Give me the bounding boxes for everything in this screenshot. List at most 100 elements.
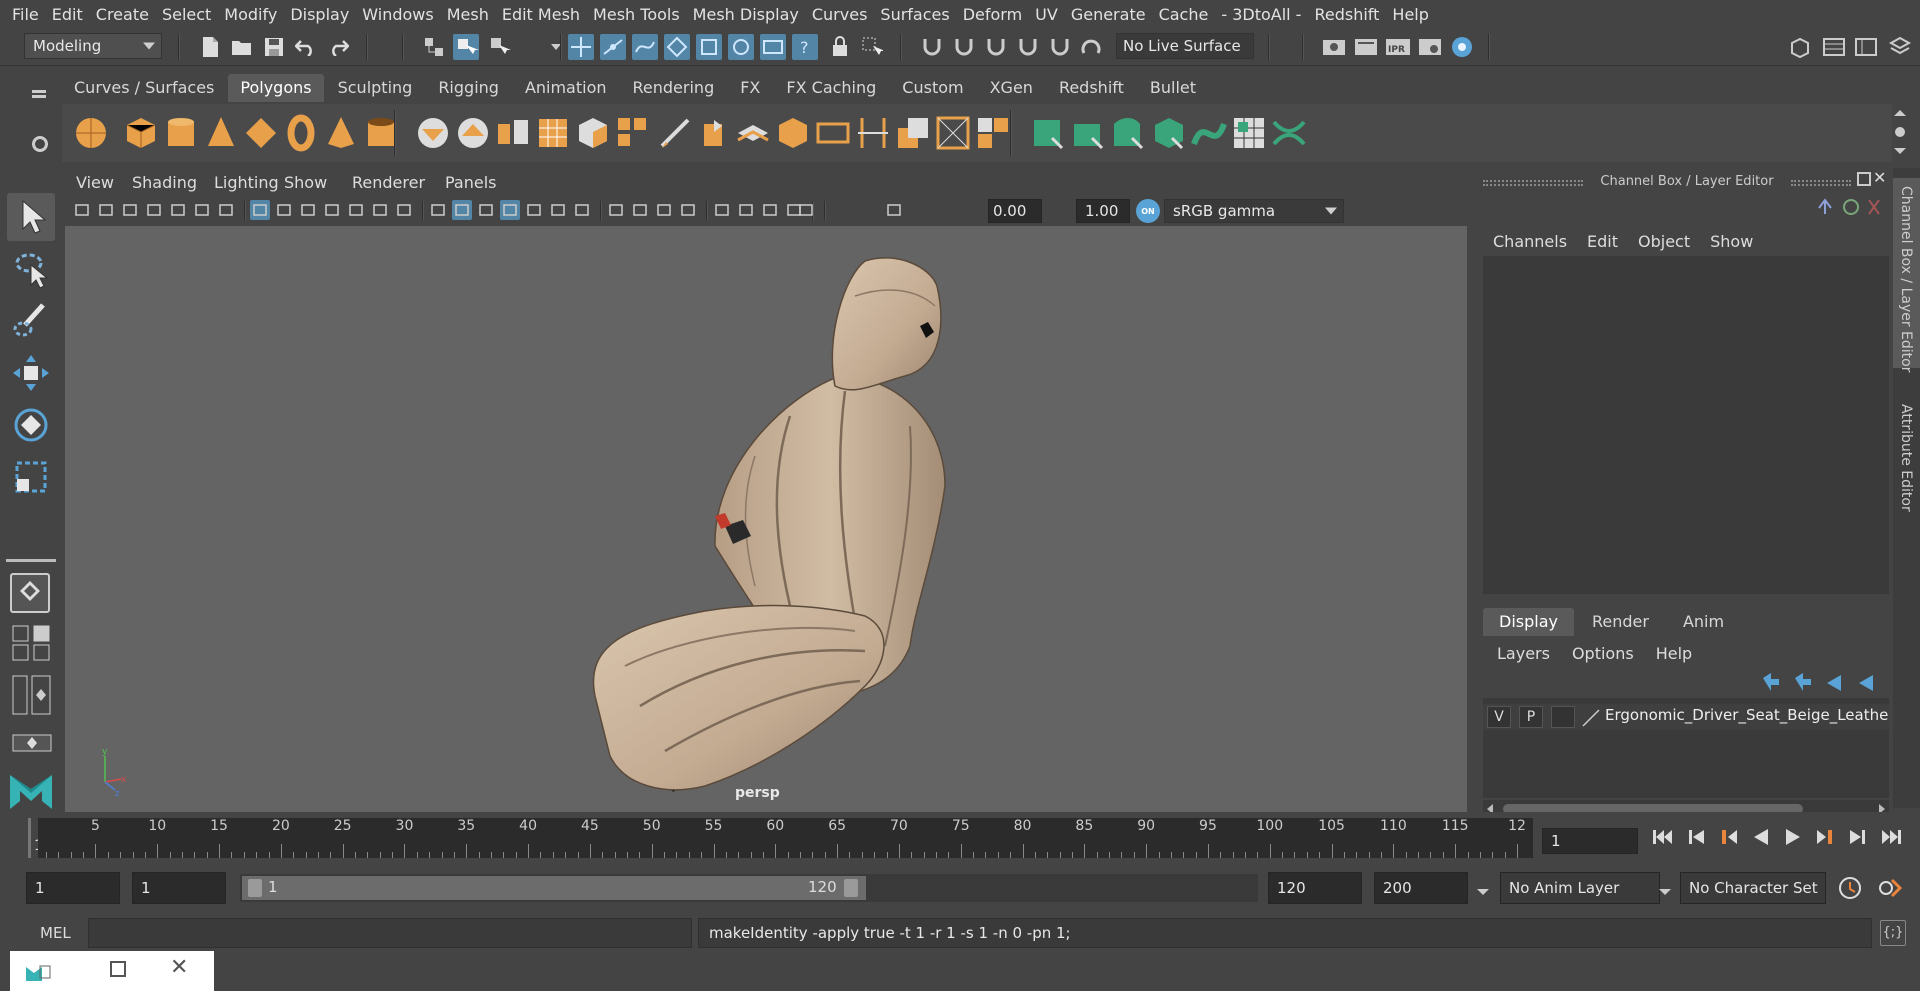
- camera-select-icon[interactable]: [72, 200, 92, 220]
- shelf-tab-curves-surfaces[interactable]: Curves / Surfaces: [62, 74, 227, 102]
- extract-icon[interactable]: [494, 114, 532, 152]
- separate-icon[interactable]: [454, 114, 492, 152]
- shelf-tab-rendering[interactable]: Rendering: [620, 74, 727, 102]
- character-set-dropdown-icon[interactable]: [1658, 882, 1672, 895]
- planar-uv-icon[interactable]: [1030, 114, 1068, 152]
- step-forward-icon[interactable]: [1846, 826, 1868, 848]
- xray-icon[interactable]: [736, 200, 756, 220]
- move-tool-icon[interactable]: [7, 349, 55, 397]
- close-window-icon[interactable]: ✕: [170, 955, 192, 981]
- bevel-icon[interactable]: [774, 114, 812, 152]
- bridge-icon[interactable]: [814, 114, 852, 152]
- shadows-icon[interactable]: [572, 200, 592, 220]
- view-transform-dropdown[interactable]: sRGB gamma: [1164, 199, 1344, 223]
- car-seat-model[interactable]: [65, 226, 1467, 812]
- menu-select[interactable]: Select: [162, 5, 211, 24]
- viewport-menu-view[interactable]: View: [76, 173, 114, 192]
- menu-file[interactable]: File: [12, 5, 39, 24]
- xray-joints-icon[interactable]: [760, 200, 780, 220]
- unfold-icon[interactable]: [1190, 114, 1228, 152]
- menu-display[interactable]: Display: [290, 5, 349, 24]
- script-language-label[interactable]: MEL: [40, 924, 71, 942]
- close-panel-icon[interactable]: ✕: [1873, 170, 1889, 186]
- menu-uv[interactable]: UV: [1035, 5, 1058, 24]
- menu-curves[interactable]: Curves: [812, 5, 868, 24]
- layer-menu-help[interactable]: Help: [1642, 644, 1700, 663]
- four-view-layout-icon[interactable]: [12, 625, 52, 661]
- textured-icon[interactable]: [524, 200, 544, 220]
- animation-start-field[interactable]: 1: [26, 872, 120, 904]
- menu-mesh-tools[interactable]: Mesh Tools: [593, 5, 680, 24]
- layer-type-toggle[interactable]: [1551, 706, 1575, 728]
- edge-loop-icon[interactable]: [854, 114, 892, 152]
- fill-hole-icon[interactable]: [974, 114, 1012, 152]
- image-plane-icon[interactable]: [144, 200, 164, 220]
- render-frame-button[interactable]: [760, 34, 786, 60]
- menu-3dtoall[interactable]: - 3DtoAll -: [1221, 5, 1301, 24]
- step-forward-key-icon[interactable]: [1814, 826, 1836, 848]
- menu-edit[interactable]: Edit: [52, 5, 83, 24]
- target-weld-icon[interactable]: [694, 114, 732, 152]
- select-object-mode-button[interactable]: [453, 34, 479, 60]
- append-polygon-icon[interactable]: [934, 114, 972, 152]
- channel-box-list[interactable]: [1483, 256, 1889, 594]
- channel-box-menu-channels[interactable]: Channels: [1483, 232, 1577, 251]
- film-gate-icon[interactable]: [274, 200, 294, 220]
- menu-mesh-display[interactable]: Mesh Display: [693, 5, 799, 24]
- boolean-icon[interactable]: [574, 114, 612, 152]
- depth-of-field-icon[interactable]: [678, 200, 698, 220]
- use-all-lights-icon[interactable]: [548, 200, 568, 220]
- camera-attributes-icon[interactable]: [96, 200, 116, 220]
- render-view-icon[interactable]: [1320, 33, 1348, 61]
- shelf-menu-icon[interactable]: [32, 90, 46, 93]
- shelf-tab-xgen[interactable]: XGen: [977, 74, 1045, 102]
- select-hierarchy-icon[interactable]: [420, 33, 448, 61]
- range-slider-right-handle[interactable]: [844, 879, 858, 897]
- reduce-icon[interactable]: [614, 114, 652, 152]
- smooth-icon[interactable]: [534, 114, 572, 152]
- poly-cylinder-icon[interactable]: [162, 114, 200, 152]
- exposure-field[interactable]: 0.00: [988, 199, 1042, 223]
- shelf-tab-redshift[interactable]: Redshift: [1046, 74, 1136, 102]
- select-component-icon[interactable]: [486, 33, 514, 61]
- poly-cone-icon[interactable]: [202, 114, 240, 152]
- menu-help[interactable]: Help: [1392, 5, 1428, 24]
- shelf-tab-bullet[interactable]: Bullet: [1137, 74, 1209, 102]
- menu-create[interactable]: Create: [96, 5, 149, 24]
- menu-surfaces[interactable]: Surfaces: [880, 5, 949, 24]
- layer-color-swatch-icon[interactable]: [1581, 708, 1601, 728]
- channel-box-menu-edit[interactable]: Edit: [1577, 232, 1628, 251]
- safe-action-icon[interactable]: [370, 200, 390, 220]
- construction-history-button[interactable]: [728, 34, 754, 60]
- safe-title-icon[interactable]: [394, 200, 414, 220]
- layer-tab-anim[interactable]: Anim: [1666, 608, 1741, 636]
- menu-modify[interactable]: Modify: [224, 5, 277, 24]
- hypershade-icon[interactable]: [1448, 33, 1476, 61]
- outliner-persp-layout-icon[interactable]: [12, 675, 52, 717]
- help-button[interactable]: ?: [792, 34, 818, 60]
- anti-alias-icon[interactable]: [654, 200, 674, 220]
- smooth-shade-icon[interactable]: [452, 200, 472, 220]
- playback-start-field[interactable]: 1: [132, 872, 226, 904]
- anim-layer-dropdown-icon[interactable]: [1476, 882, 1490, 895]
- wireframe-on-shaded-icon[interactable]: [500, 200, 520, 220]
- layer-row[interactable]: V P Ergonomic_Driver_Seat_Beige_Leathe: [1483, 704, 1889, 730]
- undo-icon[interactable]: [292, 33, 320, 61]
- shelf-settings-gear-icon[interactable]: [32, 136, 48, 152]
- shelf-scroll[interactable]: [1890, 106, 1910, 158]
- layer-menu-options[interactable]: Options: [1558, 644, 1642, 663]
- poly-pyramid-icon[interactable]: [322, 114, 360, 152]
- viewport-menu-panels[interactable]: Panels: [445, 173, 497, 192]
- layer-tab-render[interactable]: Render: [1575, 608, 1665, 636]
- layer-playback-toggle[interactable]: P: [1519, 706, 1543, 728]
- poly-plane-icon[interactable]: [242, 114, 280, 152]
- transform-2d-icon[interactable]: [192, 200, 212, 220]
- menu-generate[interactable]: Generate: [1071, 5, 1146, 24]
- layer-tab-display[interactable]: Display: [1483, 608, 1574, 636]
- shelf-tab-animation[interactable]: Animation: [512, 74, 619, 102]
- new-scene-icon[interactable]: [196, 33, 224, 61]
- animation-preferences-icon[interactable]: [1876, 874, 1904, 902]
- isolate-select-icon[interactable]: [712, 200, 732, 220]
- exposure-icon[interactable]: [796, 200, 816, 220]
- redo-icon[interactable]: [324, 33, 352, 61]
